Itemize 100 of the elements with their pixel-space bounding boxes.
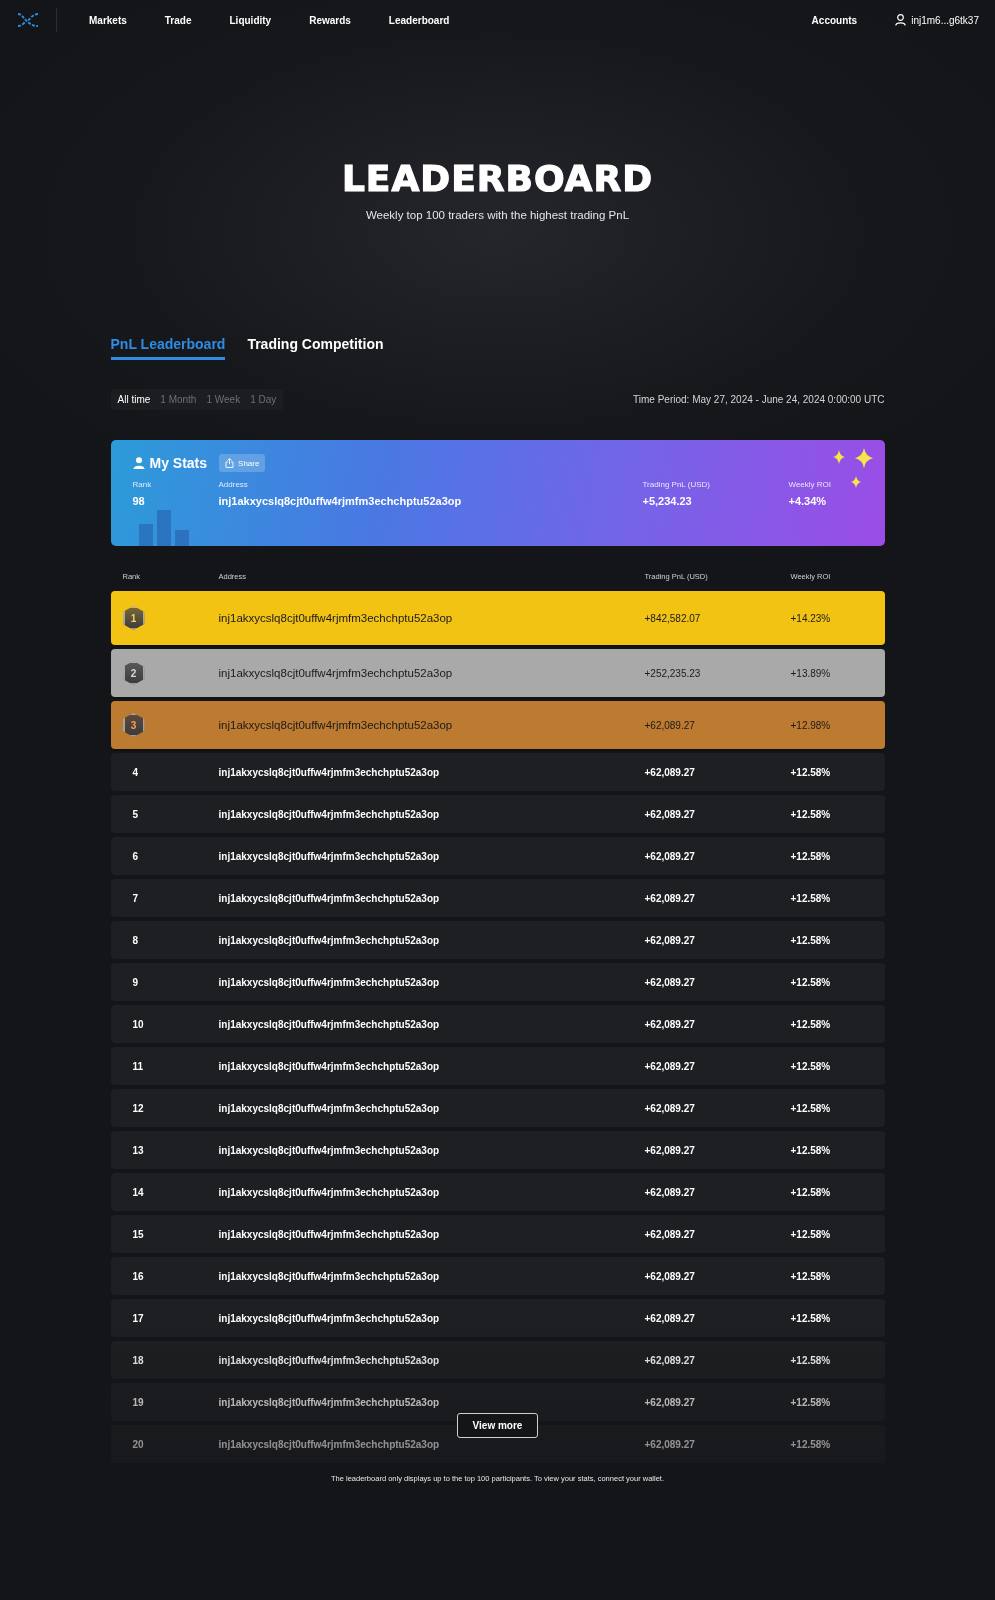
address-cell-text: inj1akxycslq8cjt0uffw4rjmfm3echchptu52a3op (218, 1186, 441, 1198)
pnl-cell-text: +62,089.27 (644, 1438, 696, 1450)
address-cell-text: inj1akxycslq8cjt0uffw4rjmfm3echchptu52a3op (218, 1354, 441, 1366)
page-title: LEADERBOARD (341, 158, 654, 199)
logo-icon[interactable] (16, 11, 40, 29)
stat-value: inj1akxycslq8cjt0uffw4rjmfm3echchptu52a3op (218, 495, 463, 507)
pnl-cell-text: +62,089.27 (644, 1018, 696, 1030)
address-cell-text: inj1akxycslq8cjt0uffw4rjmfm3echchptu52a3op (218, 1060, 441, 1072)
wallet-address-link[interactable]: inj1m6...g6tk37 (911, 14, 979, 26)
pnl-cell-text: +62,089.27 (644, 808, 696, 820)
pnl-cell-text: +62,089.27 (644, 1102, 696, 1114)
stat-value: 98 (132, 495, 146, 507)
pnl-cell-text: +842,582.07 (644, 612, 702, 624)
address-cell-text: inj1akxycslq8cjt0uffw4rjmfm3echchptu52a3op (218, 1396, 441, 1408)
nav-link[interactable]: Leaderboard (388, 14, 450, 26)
user-icon[interactable] (895, 14, 907, 26)
address-cell-text: inj1akxycslq8cjt0uffw4rjmfm3echchptu52a3op (218, 976, 441, 988)
roi-cell-text: +12.58% (790, 1144, 832, 1156)
roi-cell-text: +13.89% (790, 667, 832, 679)
address-cell-text: inj1akxycslq8cjt0uffw4rjmfm3echchptu52a3op (218, 766, 441, 778)
pnl-cell-text: +62,089.27 (644, 1060, 696, 1072)
pnl-cell-text: +62,089.27 (644, 892, 696, 904)
roi-cell-text: +12.58% (790, 1102, 832, 1114)
rank-cell-text: 20 (131, 1438, 145, 1450)
roi-cell-text: +12.58% (790, 1354, 832, 1366)
address-cell-text: inj1akxycslq8cjt0uffw4rjmfm3echchptu52a3op (218, 892, 441, 904)
page-subtitle: Weekly top 100 traders with the highest trading PnL (365, 209, 630, 221)
view-more-button[interactable]: View more (456, 1413, 539, 1438)
roi-cell-text: +12.58% (790, 808, 832, 820)
roi-cell-text: +12.58% (790, 1312, 832, 1324)
rank-cell-text: 11 (131, 1060, 145, 1072)
roi-cell-text: +12.58% (790, 1060, 832, 1072)
rank-cell-text: 9 (131, 976, 140, 988)
pnl-cell-text: +62,089.27 (644, 719, 696, 731)
rank-badge: 3 (122, 713, 145, 737)
address-cell-text: inj1akxycslq8cjt0uffw4rjmfm3echchptu52a3op (218, 934, 441, 946)
roi-cell-text: +12.58% (790, 1228, 832, 1240)
pnl-cell-text: +62,089.27 (644, 1270, 696, 1282)
nav-link[interactable]: Trade (164, 14, 192, 26)
address-cell-text: inj1akxycslq8cjt0uffw4rjmfm3echchptu52a3op (218, 1102, 441, 1114)
pnl-cell-text: +62,089.27 (644, 1312, 696, 1324)
address-cell-text: inj1akxycslq8cjt0uffw4rjmfm3echchptu52a3op (218, 1018, 441, 1030)
rank-cell-text: 13 (131, 1144, 145, 1156)
period-option[interactable]: All time (112, 389, 156, 410)
time-period-text: Time Period: May 27, 2024 - June 24, 2024 0:00:00 UTC (633, 394, 885, 405)
stat-label: Rank (132, 480, 153, 489)
pnl-cell-text: +62,089.27 (644, 976, 696, 988)
rank-cell-text: 16 (131, 1270, 145, 1282)
address-cell-text: inj1akxycslq8cjt0uffw4rjmfm3echchptu52a3op (218, 1438, 441, 1450)
pnl-cell-text: +62,089.27 (644, 1228, 696, 1240)
stat-value: +5,234.23 (642, 495, 693, 507)
pnl-cell-text: +62,089.27 (644, 766, 696, 778)
roi-cell-text: +12.98% (790, 719, 832, 731)
pnl-cell-text: +252,235.23 (644, 667, 702, 679)
address-cell-text: inj1akxycslq8cjt0uffw4rjmfm3echchptu52a3op (218, 1312, 441, 1324)
pnl-cell-text: +62,089.27 (644, 934, 696, 946)
share-icon (225, 458, 235, 468)
stat-label: Weekly ROI (788, 480, 833, 489)
rank-cell-text: 7 (131, 892, 140, 904)
roi-cell-text: +12.58% (790, 934, 832, 946)
pnl-cell-text: +62,089.27 (644, 1354, 696, 1366)
roi-cell-text: +14.23% (790, 612, 832, 624)
stat-label: Address (218, 480, 249, 489)
rank-cell-text: 10 (131, 1018, 145, 1030)
leaderboard-tab[interactable]: PnL Leaderboard (110, 336, 226, 360)
address-cell-text: inj1akxycslq8cjt0uffw4rjmfm3echchptu52a3op (218, 808, 441, 820)
roi-cell-text: +12.58% (790, 1018, 832, 1030)
roi-cell-text: +12.58% (790, 1186, 832, 1198)
rank-cell-text: 17 (131, 1312, 145, 1324)
roi-cell-text: +12.58% (790, 1438, 832, 1450)
my-stats-title: My Stats (149, 455, 208, 471)
user-icon (132, 457, 145, 469)
nav-link[interactable]: Markets (89, 14, 127, 26)
pnl-cell-text: +62,089.27 (644, 1186, 696, 1198)
pnl-cell-text: +62,089.27 (644, 1144, 696, 1156)
nav-link[interactable]: Liquidity (229, 14, 272, 26)
rank-cell-text: 5 (131, 808, 140, 820)
rank-badge: 1 (122, 606, 145, 630)
address-cell-text: inj1akxycslq8cjt0uffw4rjmfm3echchptu52a3op (218, 850, 441, 862)
roi-cell-text: +12.58% (790, 1396, 832, 1408)
roi-cell-text: +12.58% (790, 1270, 832, 1282)
roi-cell-text: +12.58% (790, 850, 832, 862)
address-cell-text: inj1akxycslq8cjt0uffw4rjmfm3echchptu52a3op (218, 667, 454, 679)
rank-badge: 2 (122, 661, 145, 685)
address-cell-text: inj1akxycslq8cjt0uffw4rjmfm3echchptu52a3op (218, 719, 454, 731)
stat-label: Trading PnL (USD) (642, 480, 711, 489)
accounts-link[interactable]: Accounts (811, 14, 858, 26)
address-cell-text: inj1akxycslq8cjt0uffw4rjmfm3echchptu52a3op (218, 1228, 441, 1240)
roi-cell-text: +12.58% (790, 766, 832, 778)
rank-cell-text: 14 (131, 1186, 145, 1198)
rank-cell-text: 18 (131, 1354, 145, 1366)
rank-cell-text: 6 (131, 850, 140, 862)
address-cell-text: inj1akxycslq8cjt0uffw4rjmfm3echchptu52a3op (218, 1270, 441, 1282)
rank-cell-text: 12 (131, 1102, 145, 1114)
roi-cell-text: +12.58% (790, 892, 832, 904)
leaderboard-tab[interactable]: Trading Competition (247, 336, 384, 360)
nav-link[interactable]: Rewards (309, 14, 351, 26)
rank-cell-text: 4 (131, 766, 140, 778)
pnl-cell-text: +62,089.27 (644, 850, 696, 862)
address-cell-text: inj1akxycslq8cjt0uffw4rjmfm3echchptu52a3op (218, 612, 454, 624)
